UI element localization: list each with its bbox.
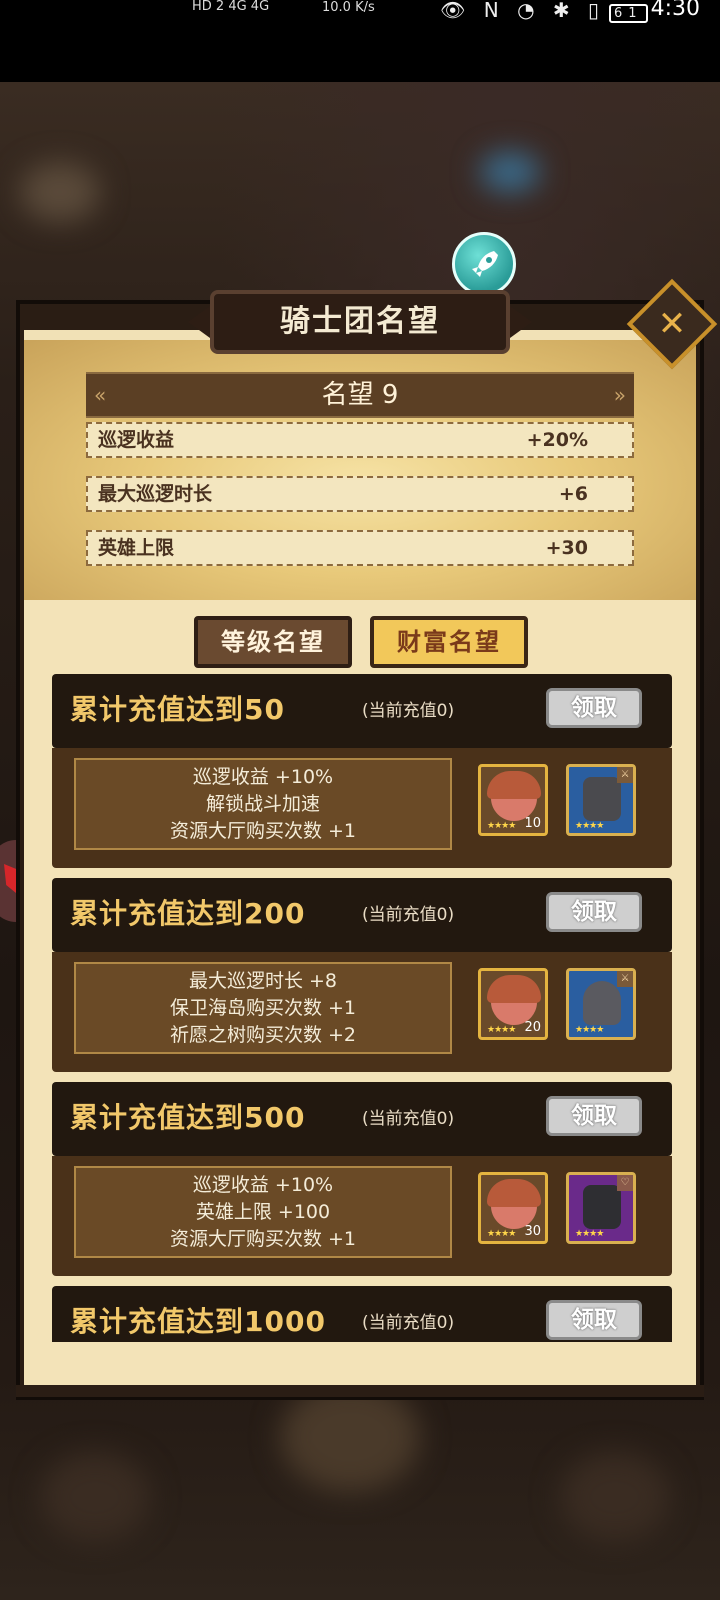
star-rating-icon: ★★★★ [575, 1229, 604, 1239]
hero-hair [487, 771, 541, 799]
star-rating-icon: ★★★★ [487, 1025, 516, 1035]
equipment-reward-item[interactable]: ⚔ ★★★★ [566, 968, 636, 1040]
close-icon: ✕ [657, 304, 687, 344]
bonus-value: +6 [558, 483, 588, 505]
reward-line: 解锁战斗加速 [205, 793, 320, 815]
reward-line: 祈愿之树购买次数 +2 [169, 1024, 357, 1046]
status-icons: 👁 N ◔ ✱ ▯ 61 [440, 0, 648, 23]
bonus-label: 最大巡逻时长 [98, 483, 213, 505]
ornament-left-icon: « [94, 383, 107, 407]
bonus-value: +20% [526, 429, 588, 451]
reward-card-header: 累计充值达到1000 (当前充值0) 领取 [52, 1286, 672, 1342]
hero-count: 30 [524, 1224, 541, 1239]
reward-line: 资源大厅购买次数 +1 [169, 1228, 357, 1250]
reward-line: 最大巡逻时长 +8 [188, 970, 338, 992]
rocket-boost-button[interactable] [452, 232, 516, 296]
reward-card: 累计充值达到500 (当前充值0) 领取 巡逻收益 +10% 英雄上限 +100… [52, 1082, 672, 1282]
reward-description: 巡逻收益 +10% 英雄上限 +100 资源大厅购买次数 +1 [74, 1166, 452, 1258]
hero-reward-item[interactable]: ★★★★ 30 [478, 1172, 548, 1244]
bonus-row: 巡逻收益 +20% [86, 422, 634, 458]
bonus-label: 巡逻收益 [98, 429, 175, 451]
network-indicators: HD 2 4G 4G [192, 0, 270, 14]
reward-line: 英雄上限 +100 [195, 1201, 331, 1223]
helmet-icon [583, 981, 621, 1025]
reward-card-body: 巡逻收益 +10% 解锁战斗加速 资源大厅购买次数 +1 ★★★★ 10 ⚔ ★… [52, 748, 672, 868]
dialog-bottom-border [16, 1385, 704, 1397]
hero-hair [487, 1179, 541, 1207]
claim-button[interactable]: 领取 [546, 1096, 642, 1136]
armor-icon [583, 1185, 621, 1229]
reward-threshold: 累计充值达到1000 [70, 1305, 326, 1338]
reward-card-header: 累计充值达到500 (当前充值0) 领取 [52, 1082, 672, 1156]
current-recharge: (当前充值0) [362, 905, 455, 925]
bonus-value: +30 [545, 537, 588, 559]
star-rating-icon: ★★★★ [487, 821, 516, 831]
equipment-reward-item[interactable]: ♡ ★★★★ [566, 1172, 636, 1244]
reward-threshold: 累计充值达到50 [70, 693, 285, 726]
reward-card: 累计充值达到50 (当前充值0) 领取 巡逻收益 +10% 解锁战斗加速 资源大… [52, 674, 672, 874]
bonus-label: 英雄上限 [98, 537, 175, 559]
status-bar: HD 2 4G 4G 10.0 K/s 👁 N ◔ ✱ ▯ 61 4:30 [0, 0, 720, 82]
hero-reward-item[interactable]: ★★★★ 10 [478, 764, 548, 836]
star-rating-icon: ★★★★ [487, 1229, 516, 1239]
reward-card: 累计充值达到1000 (当前充值0) 领取 [52, 1286, 672, 1342]
star-rating-icon: ★★★★ [575, 1025, 604, 1035]
tab-level-fame[interactable]: 等级名望 [194, 616, 352, 668]
current-recharge: (当前充值0) [362, 701, 455, 721]
star-rating-icon: ★★★★ [575, 821, 604, 831]
current-recharge: (当前充值0) [362, 1313, 455, 1333]
reward-card-body: 最大巡逻时长 +8 保卫海岛购买次数 +1 祈愿之树购买次数 +2 ★★★★ 2… [52, 952, 672, 1072]
ornament-right-icon: » [613, 383, 626, 407]
network-speed: 10.0 K/s [322, 0, 375, 15]
heart-badge-icon: ♡ [617, 1175, 633, 1191]
bonus-row: 最大巡逻时长 +6 [86, 476, 634, 512]
reward-threshold: 累计充值达到200 [70, 897, 306, 930]
reward-description: 巡逻收益 +10% 解锁战斗加速 资源大厅购买次数 +1 [74, 758, 452, 850]
fame-level: 名望 9 [321, 380, 399, 410]
reward-line: 巡逻收益 +10% [192, 766, 334, 788]
reward-line: 资源大厅购买次数 +1 [169, 820, 357, 842]
bonus-row: 英雄上限 +30 [86, 530, 634, 566]
hero-hair [487, 975, 541, 1003]
armor-icon [583, 777, 621, 821]
battery-icon: 61 [609, 4, 648, 23]
reward-description: 最大巡逻时长 +8 保卫海岛购买次数 +1 祈愿之树购买次数 +2 [74, 962, 452, 1054]
fame-level-bar: « 名望 9 » [86, 372, 634, 418]
claim-button[interactable]: 领取 [546, 1300, 642, 1340]
reward-card: 累计充值达到200 (当前充值0) 领取 最大巡逻时长 +8 保卫海岛购买次数 … [52, 878, 672, 1078]
dialog-title: 骑士团名望 [188, 290, 532, 354]
equipment-reward-item[interactable]: ⚔ ★★★★ [566, 764, 636, 836]
reward-card-body: 巡逻收益 +10% 英雄上限 +100 资源大厅购买次数 +1 ★★★★ 30 … [52, 1156, 672, 1276]
hero-reward-item[interactable]: ★★★★ 20 [478, 968, 548, 1040]
current-recharge: (当前充值0) [362, 1109, 455, 1129]
tab-wealth-fame[interactable]: 财富名望 [370, 616, 528, 668]
reward-line: 巡逻收益 +10% [192, 1174, 334, 1196]
reward-card-header: 累计充值达到200 (当前充值0) 领取 [52, 878, 672, 952]
clock: 4:30 [650, 0, 700, 21]
rocket-icon [472, 251, 498, 277]
reward-threshold: 累计充值达到500 [70, 1101, 306, 1134]
reward-card-header: 累计充值达到50 (当前充值0) 领取 [52, 674, 672, 748]
sword-badge-icon: ⚔ [617, 767, 633, 783]
hero-count: 10 [524, 816, 541, 831]
sword-badge-icon: ⚔ [617, 971, 633, 987]
hero-count: 20 [524, 1020, 541, 1035]
reward-line: 保卫海岛购买次数 +1 [169, 997, 357, 1019]
claim-button[interactable]: 领取 [546, 688, 642, 728]
reward-list[interactable]: 累计充值达到50 (当前充值0) 领取 巡逻收益 +10% 解锁战斗加速 资源大… [52, 674, 672, 1342]
claim-button[interactable]: 领取 [546, 892, 642, 932]
